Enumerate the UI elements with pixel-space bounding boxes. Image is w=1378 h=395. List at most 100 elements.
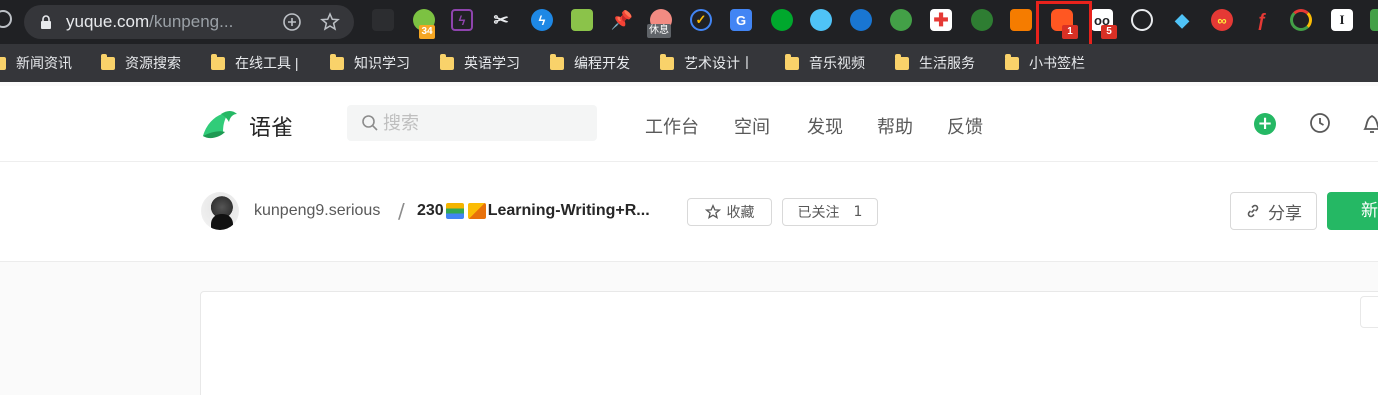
folder-icon bbox=[785, 53, 799, 70]
app-header: 语雀 工作台 空间 发现 帮助 反馈 + bbox=[0, 86, 1378, 162]
google-translate-icon[interactable]: G bbox=[730, 9, 752, 31]
bookmark-folder[interactable]: 生活服务 bbox=[895, 53, 975, 73]
search-icon bbox=[362, 115, 378, 131]
green-pie-icon[interactable] bbox=[971, 9, 993, 31]
purple-bolt-icon[interactable]: ϟ bbox=[451, 9, 473, 31]
folder-icon bbox=[0, 56, 6, 70]
bookmark-folder[interactable]: 小书签栏 bbox=[1005, 53, 1085, 73]
search-box[interactable] bbox=[347, 105, 597, 141]
nav-discover[interactable]: 发现 bbox=[807, 113, 843, 139]
bookmark-folder[interactable]: 英语学习 bbox=[440, 53, 520, 73]
evernote-icon[interactable] bbox=[771, 9, 793, 31]
url-text: yuque.com/kunpeng... bbox=[66, 12, 233, 32]
folder-icon bbox=[550, 53, 564, 70]
bookmark-label: 在线工具 | bbox=[235, 55, 299, 71]
sidebar-toggle[interactable] bbox=[1360, 296, 1378, 328]
content-card bbox=[200, 291, 1378, 395]
logo-text[interactable]: 语雀 bbox=[249, 110, 293, 142]
writing-hand-emoji-icon bbox=[467, 203, 486, 219]
bookmark-label: 音乐视频 bbox=[809, 55, 865, 71]
green-square-icon[interactable] bbox=[1370, 9, 1378, 31]
new-doc-button[interactable]: 新 bbox=[1327, 192, 1378, 230]
star-label: 收藏 bbox=[726, 205, 755, 221]
blue-lightning-icon[interactable]: ϟ bbox=[531, 9, 553, 31]
bowl-icon[interactable] bbox=[810, 9, 832, 31]
eye-icon[interactable] bbox=[890, 9, 912, 31]
lock-icon bbox=[41, 15, 51, 29]
address-bar[interactable]: yuque.com/kunpeng... bbox=[24, 5, 354, 39]
add-tab-icon[interactable] bbox=[282, 12, 302, 32]
create-button[interactable]: + bbox=[1254, 113, 1276, 135]
bookmark-folder[interactable]: 资源搜索 bbox=[101, 53, 181, 73]
speedometer-icon[interactable] bbox=[1131, 9, 1153, 31]
folder-icon bbox=[660, 53, 674, 70]
folder-icon bbox=[1005, 53, 1019, 70]
folder-icon bbox=[895, 53, 909, 70]
yuque-logo-icon[interactable] bbox=[199, 106, 239, 142]
book-title-text: Learning-Writing+R... bbox=[487, 202, 650, 219]
folder-icon bbox=[211, 53, 225, 70]
frog-badge: 34 bbox=[419, 25, 435, 39]
nav-space[interactable]: 空间 bbox=[734, 113, 770, 139]
bookmark-folder[interactable]: 编程开发 bbox=[550, 53, 630, 73]
bookmark-label: 小书签栏 bbox=[1029, 55, 1085, 71]
bookmark-star-icon[interactable] bbox=[320, 12, 340, 32]
bookmark-label: 生活服务 bbox=[919, 55, 975, 71]
folder-icon bbox=[101, 53, 115, 70]
book-info-bar: kunpeng9.serious / 230 Learning-Writing+… bbox=[0, 162, 1378, 262]
url-host: yuque.com bbox=[66, 12, 150, 31]
bookmark-folder[interactable]: 艺术设计丨 bbox=[660, 53, 754, 73]
bookmark-folder[interactable]: 音乐视频 bbox=[785, 53, 865, 73]
share-label: 分享 bbox=[1268, 203, 1302, 224]
star-icon bbox=[704, 204, 721, 219]
scissors-icon[interactable]: ✂ bbox=[490, 9, 512, 31]
book-title[interactable]: 230 Learning-Writing+R... bbox=[417, 202, 650, 220]
bookmark-folder[interactable]: 在线工具 | bbox=[211, 53, 299, 73]
bookmark-label: 资源搜索 bbox=[125, 55, 181, 71]
follow-count: 1 bbox=[853, 204, 863, 220]
bookmark-label: 艺术设计丨 bbox=[684, 55, 754, 71]
text-i-icon[interactable]: I bbox=[1331, 9, 1353, 31]
refresh-circle-icon[interactable] bbox=[1290, 9, 1312, 31]
check-circle-icon[interactable]: ✓ bbox=[690, 9, 712, 31]
bookmark-label: 英语学习 bbox=[464, 55, 520, 71]
books-emoji-icon bbox=[445, 203, 464, 219]
diamond-icon[interactable]: ◆ bbox=[1171, 9, 1193, 31]
bookmark-folder[interactable]: 知识学习 bbox=[330, 53, 410, 73]
flash-icon[interactable]: ƒ bbox=[1251, 9, 1273, 31]
breadcrumb-separator: / bbox=[398, 199, 405, 223]
owner-link[interactable]: kunpeng9.serious bbox=[254, 202, 380, 220]
bookmark-label: 编程开发 bbox=[574, 55, 630, 71]
infinity-icon[interactable]: ∞ bbox=[1211, 9, 1233, 31]
folder-icon bbox=[440, 53, 454, 70]
pin-icon[interactable]: 📌 bbox=[611, 9, 633, 31]
landscape-icon[interactable] bbox=[571, 9, 593, 31]
bookmark-folder[interactable]: 新闻资讯 bbox=[0, 53, 72, 73]
url-path: /kunpeng... bbox=[149, 12, 234, 31]
follow-button[interactable]: 已关注 1 bbox=[782, 198, 878, 226]
follow-label: 已关注 bbox=[797, 205, 840, 221]
folder-icon bbox=[330, 53, 344, 70]
search-input[interactable] bbox=[383, 111, 583, 135]
avatar[interactable] bbox=[201, 192, 239, 230]
signal-icon[interactable] bbox=[850, 9, 872, 31]
nav-workbench[interactable]: 工作台 bbox=[645, 113, 699, 139]
rest-badge: 休息 bbox=[647, 24, 671, 38]
browser-toolbar: yuque.com/kunpeng... 34 ϟ ✂ ϟ 📌 休息 ✓ G ✚… bbox=[0, 0, 1378, 47]
bookmark-label: 新闻资讯 bbox=[16, 55, 72, 71]
bell-icon[interactable] bbox=[1361, 111, 1378, 135]
rss-icon[interactable] bbox=[1010, 9, 1032, 31]
puzzle-dark-icon[interactable] bbox=[372, 9, 394, 31]
bookmark-label: 知识学习 bbox=[354, 55, 410, 71]
share-button[interactable]: 分享 bbox=[1230, 192, 1317, 230]
star-button[interactable]: 收藏 bbox=[687, 198, 772, 226]
clock-icon[interactable] bbox=[1309, 112, 1331, 134]
nav-feedback[interactable]: 反馈 bbox=[947, 113, 983, 139]
glasses-badge: 5 bbox=[1101, 25, 1117, 39]
book-title-prefix: 230 bbox=[417, 202, 444, 219]
reload-icon[interactable] bbox=[0, 10, 12, 28]
bookmarks-bar: 新闻资讯 资源搜索 在线工具 | 知识学习 英语学习 编程开发 艺术设计丨 音乐… bbox=[0, 44, 1378, 82]
red-cross-icon[interactable]: ✚ bbox=[930, 9, 952, 31]
nav-help[interactable]: 帮助 bbox=[877, 113, 913, 139]
highlight-box bbox=[1036, 1, 1092, 47]
